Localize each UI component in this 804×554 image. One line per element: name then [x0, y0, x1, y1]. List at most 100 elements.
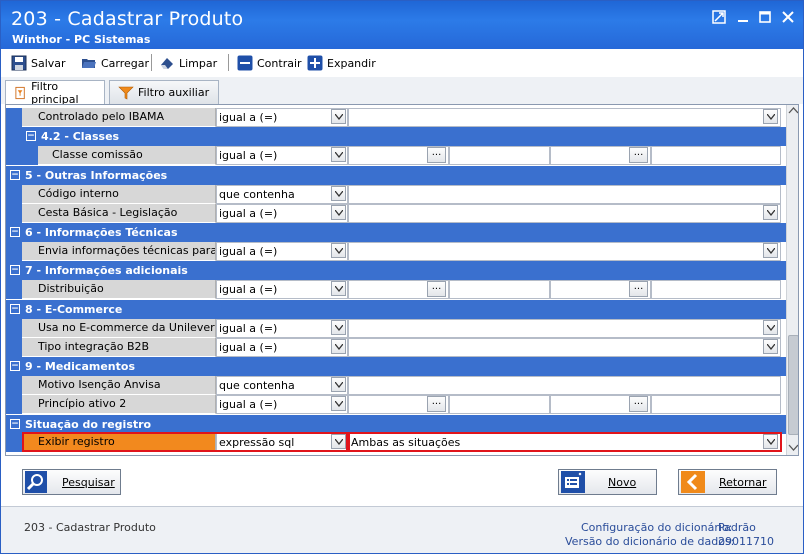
vertical-scrollbar[interactable] — [786, 105, 798, 455]
lookup-button[interactable]: ... — [427, 281, 446, 297]
chevron-down-icon — [335, 152, 343, 158]
value-select[interactable] — [348, 204, 781, 223]
lookup-button[interactable]: ... — [629, 281, 648, 297]
section-header-ecommerce[interactable]: − 8 - E-Commerce — [6, 300, 786, 319]
dictionary-config-label: Configuração do dicionário: — [581, 521, 733, 534]
collapse-toggle-icon[interactable]: − — [10, 304, 20, 314]
status-footer: 203 - Cadastrar Produto Configuração do … — [1, 506, 803, 553]
new-button[interactable]: Novo — [558, 469, 657, 495]
row-gutter — [6, 433, 22, 452]
collapse-toggle-icon[interactable]: − — [26, 131, 36, 141]
operator-dropdown-button[interactable] — [331, 320, 346, 335]
new-record-icon — [561, 471, 585, 493]
highlight-frame — [22, 432, 348, 452]
close-icon[interactable] — [781, 10, 795, 24]
clear-button[interactable]: Limpar — [159, 54, 217, 72]
operator-select[interactable]: igual a (=) — [216, 395, 348, 414]
resize-icon[interactable] — [712, 10, 726, 24]
scroll-up-icon — [788, 107, 798, 114]
lookup-button[interactable]: ... — [427, 396, 446, 412]
back-button[interactable]: Retornar — [678, 469, 777, 495]
value-select[interactable] — [348, 242, 781, 261]
load-button[interactable]: Carregar — [81, 54, 149, 72]
operator-dropdown-button[interactable] — [331, 186, 346, 201]
collapse-toggle-icon[interactable]: − — [10, 361, 20, 371]
value-dropdown-button[interactable] — [763, 339, 778, 354]
value-to-desc — [651, 280, 781, 299]
save-button[interactable]: Salvar — [11, 54, 66, 72]
section-header-classes[interactable]: − 4.2 - Classes — [6, 127, 786, 146]
row-gutter — [6, 185, 22, 204]
field-name: Usa no E-commerce da Unilever — [22, 319, 216, 338]
new-label: Novo — [608, 476, 637, 489]
eraser-icon — [161, 58, 173, 69]
tab-main-filter[interactable]: Filtro principal — [5, 79, 105, 106]
value-dropdown-button[interactable] — [763, 205, 778, 220]
section-header-other-info[interactable]: − 5 - Outras Informações — [6, 166, 786, 185]
grid-row-show-record: Exibir registro expressão sql Ambas as s… — [6, 432, 786, 452]
collapse-toggle-icon[interactable]: − — [10, 265, 20, 275]
toolbar-separator — [228, 54, 229, 71]
field-name: Código interno — [22, 185, 216, 204]
operator-select[interactable]: igual a (=) — [216, 338, 348, 357]
maximize-icon[interactable] — [758, 10, 772, 24]
operator-dropdown-button[interactable] — [331, 205, 346, 220]
section-header-technical-info[interactable]: − 6 - Informações Técnicas — [6, 223, 786, 242]
value-dropdown-button[interactable] — [763, 243, 778, 258]
collapse-button[interactable]: Contrair — [237, 54, 302, 72]
tab-aux-filter[interactable]: Filtro auxiliar — [109, 80, 219, 104]
row-gutter — [6, 280, 22, 299]
lookup-button[interactable]: ... — [629, 147, 648, 163]
row-gutter — [6, 204, 22, 223]
folder-open-icon — [82, 59, 96, 68]
operator-dropdown-button[interactable] — [331, 339, 346, 354]
operator-dropdown-button[interactable] — [331, 281, 346, 296]
grid-row-commission-class: Classe comissão igual a (=) ... ... — [6, 146, 786, 165]
operator-select[interactable]: igual a (=) — [216, 146, 348, 165]
collapse-toggle-icon[interactable]: − — [10, 170, 20, 180]
value-select[interactable] — [348, 319, 781, 338]
minimize-icon[interactable] — [736, 10, 750, 24]
value-input[interactable] — [348, 376, 781, 395]
scrollbar-thumb[interactable] — [788, 335, 798, 435]
search-button[interactable]: Pesquisar — [22, 469, 121, 495]
lookup-button[interactable]: ... — [629, 396, 648, 412]
value-select[interactable] — [348, 338, 781, 357]
dictionary-version-value: 29011710 — [718, 535, 774, 548]
operator-dropdown-button[interactable] — [331, 147, 346, 162]
operator-dropdown-button[interactable] — [331, 396, 346, 411]
value-input[interactable] — [348, 185, 781, 204]
load-label: Carregar — [101, 56, 150, 70]
filter-grid: Controlado pelo IBAMA igual a (=) − 4.2 … — [5, 104, 799, 456]
section-header-medications[interactable]: − 9 - Medicamentos — [6, 357, 786, 376]
chevron-down-icon — [767, 114, 775, 120]
chevron-down-icon — [335, 248, 343, 254]
value-dropdown-button[interactable] — [763, 109, 778, 124]
expand-button[interactable]: Expandir — [307, 54, 376, 72]
operator-select[interactable]: que contenha — [216, 376, 348, 395]
section-header-additional-info[interactable]: − 7 - Informações adicionais — [6, 261, 786, 280]
operator-select[interactable]: igual a (=) — [216, 319, 348, 338]
operator-select[interactable]: igual a (=) — [216, 204, 348, 223]
operator-dropdown-button[interactable] — [331, 243, 346, 258]
operator-select[interactable]: igual a (=) — [216, 108, 348, 127]
operator-select[interactable]: igual a (=) — [216, 242, 348, 261]
row-gutter — [6, 376, 22, 395]
collapse-toggle-icon[interactable]: − — [10, 227, 20, 237]
operator-dropdown-button[interactable] — [331, 109, 346, 124]
collapse-toggle-icon[interactable]: − — [10, 419, 20, 429]
section-label: 5 - Outras Informações — [25, 169, 168, 182]
chevron-down-icon — [767, 344, 775, 350]
grid-row-internal-code: Código interno que contenha — [6, 185, 786, 204]
operator-select[interactable]: que contenha — [216, 185, 348, 204]
value-dropdown-button[interactable] — [763, 320, 778, 335]
chevron-down-icon — [335, 344, 343, 350]
operator-dropdown-button[interactable] — [331, 377, 346, 392]
row-gutter — [6, 395, 22, 414]
chevron-down-icon — [767, 248, 775, 254]
tab-main-filter-label: Filtro principal — [31, 79, 79, 106]
operator-select[interactable]: igual a (=) — [216, 280, 348, 299]
lookup-button[interactable]: ... — [427, 147, 446, 163]
value-select[interactable] — [348, 108, 781, 127]
chevron-down-icon — [335, 191, 343, 197]
